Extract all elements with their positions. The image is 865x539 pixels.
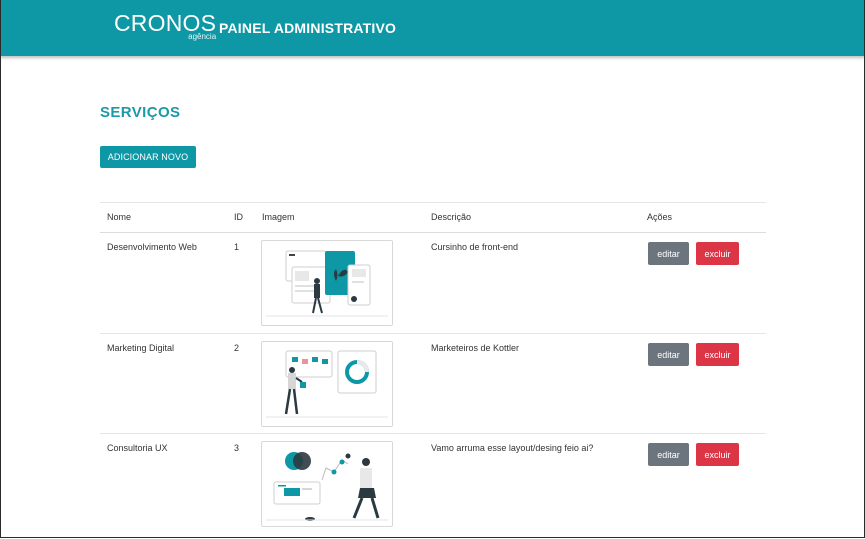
row-id: 2 bbox=[234, 343, 240, 353]
column-header-image: Imagem bbox=[262, 212, 295, 222]
column-header-actions: Ações bbox=[647, 212, 673, 222]
row-description: Cursinho de front-end bbox=[431, 242, 519, 252]
edit-button[interactable]: editar bbox=[648, 242, 689, 265]
header-title: PAINEL ADMINISTRATIVO bbox=[219, 20, 397, 36]
delete-button[interactable]: excluir bbox=[696, 343, 739, 366]
delete-button[interactable]: excluir bbox=[696, 443, 739, 466]
add-new-button[interactable]: ADICIONAR NOVO bbox=[100, 146, 196, 168]
row-name: Consultoria UX bbox=[107, 443, 168, 453]
table-header-divider bbox=[100, 232, 766, 233]
column-header-id: ID bbox=[234, 212, 243, 222]
edit-button[interactable]: editar bbox=[648, 343, 689, 366]
table-row-divider bbox=[100, 433, 766, 434]
page-title: SERVIÇOS bbox=[100, 104, 181, 121]
row-id: 3 bbox=[234, 443, 240, 453]
delete-button[interactable]: excluir bbox=[696, 242, 739, 265]
row-name: Desenvolvimento Web bbox=[107, 242, 197, 252]
ux-consulting-illustration-icon bbox=[261, 441, 393, 527]
row-description: Vamo arruma esse layout/desing feio ai? bbox=[431, 443, 594, 453]
table-row-divider bbox=[100, 333, 766, 334]
column-header-description: Descrição bbox=[431, 212, 472, 222]
cronos-logo[interactable]: CRONOS agência bbox=[114, 10, 216, 41]
table-divider bbox=[100, 202, 766, 203]
column-header-name: Nome bbox=[107, 212, 132, 222]
edit-button[interactable]: editar bbox=[648, 443, 689, 466]
top-header: CRONOS agência PAINEL ADMINISTRATIVO bbox=[0, 0, 865, 56]
row-name: Marketing Digital bbox=[107, 343, 175, 353]
row-id: 1 bbox=[234, 242, 240, 252]
row-description: Marketeiros de Kottler bbox=[431, 343, 520, 353]
logo-subtext: agência bbox=[188, 32, 217, 41]
web-development-illustration-icon bbox=[261, 240, 393, 326]
marketing-illustration-icon bbox=[261, 341, 393, 427]
